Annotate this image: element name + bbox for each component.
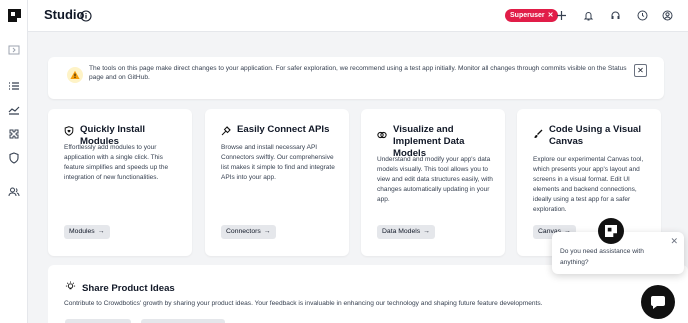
warning-banner: The tools on this page make direct chang…: [48, 57, 664, 99]
button-label: Modules: [69, 228, 95, 235]
list-icon[interactable]: [8, 80, 20, 92]
user-avatar-icon[interactable]: [662, 10, 673, 21]
arrow-right-icon: →: [97, 228, 105, 235]
close-icon[interactable]: ✕: [548, 9, 554, 22]
arrow-right-icon: →: [423, 228, 430, 235]
link-rings-icon: [377, 130, 387, 140]
close-icon[interactable]: ✕: [670, 236, 678, 247]
plug-icon: [221, 126, 231, 136]
chat-bot-avatar: [598, 218, 624, 244]
users-icon[interactable]: [8, 186, 20, 198]
warning-icon: [67, 67, 83, 83]
button-label: Data Models: [382, 228, 421, 235]
superuser-badge[interactable]: Superuser ✕: [505, 9, 558, 22]
card-description: Explore our experimental Canvas tool, wh…: [533, 156, 644, 213]
shield-icon[interactable]: [8, 152, 20, 164]
section-title: Share Product Ideas: [82, 282, 175, 294]
bell-icon[interactable]: [583, 10, 594, 21]
feature-request-button[interactable]: [141, 319, 225, 323]
card-modules: Quickly Install Modules Effortlessly add…: [48, 109, 192, 256]
sidebar: [0, 0, 28, 323]
lightbulb-icon: [65, 279, 76, 297]
page-title: Studio: [44, 7, 85, 22]
shield-heart-icon: [64, 126, 74, 136]
card-description: Understand and modify your app's data mo…: [377, 156, 493, 203]
headset-icon[interactable]: [610, 10, 621, 21]
card-title: Code Using a Visual Canvas: [549, 124, 642, 147]
clock-icon[interactable]: [637, 10, 648, 21]
superuser-badge-label: Superuser: [510, 12, 545, 19]
brush-icon: [533, 129, 543, 139]
puzzle-icon[interactable]: [8, 128, 20, 140]
plus-icon[interactable]: [556, 10, 567, 21]
share-idea-button[interactable]: [65, 319, 131, 323]
chat-message: Do you need assistance with anything?: [560, 248, 644, 266]
chart-line-icon[interactable]: [8, 104, 20, 116]
info-icon[interactable]: [80, 9, 92, 22]
data-models-button[interactable]: Data Models →: [377, 225, 435, 239]
button-label: Connectors: [226, 228, 261, 235]
modules-button[interactable]: Modules →: [64, 225, 110, 239]
chat-bubble-icon: [651, 296, 665, 309]
card-description: Browse and install necessary API Connect…: [221, 144, 335, 181]
card-title: Easily Connect APIs: [237, 124, 330, 135]
card-data-models: Visualize and Implement Data Models Unde…: [361, 109, 505, 256]
connectors-button[interactable]: Connectors →: [221, 225, 276, 239]
card-description: Effortlessly add modules to your applica…: [64, 144, 169, 181]
banner-close-button[interactable]: ✕: [634, 64, 647, 77]
crowdbotics-logo[interactable]: [8, 9, 21, 22]
chat-launcher-button[interactable]: [641, 285, 675, 319]
top-bar: Studio Superuser ✕: [28, 0, 688, 32]
warning-text: The tools on this page make direct chang…: [89, 65, 627, 81]
section-description: Contribute to Crowdbotics' growth by sha…: [64, 300, 543, 307]
collapse-icon[interactable]: [8, 44, 20, 56]
arrow-right-icon: →: [263, 228, 271, 235]
card-connectors: Easily Connect APIs Browse and install n…: [205, 109, 349, 256]
